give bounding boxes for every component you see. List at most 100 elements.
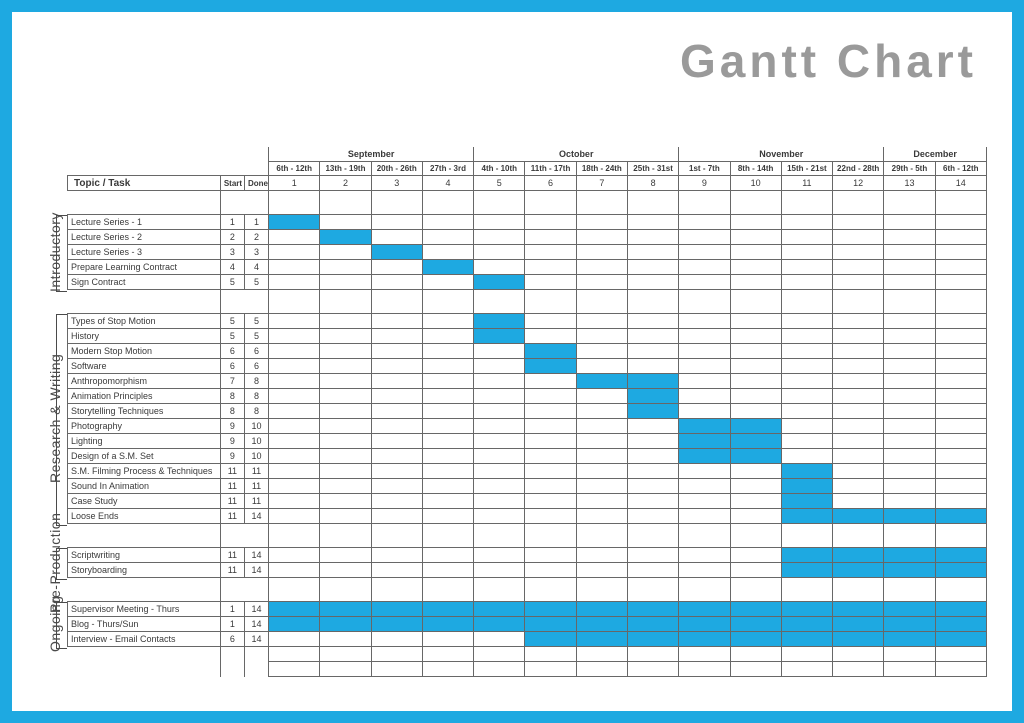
gantt-cell — [525, 434, 576, 449]
gantt-cell — [627, 419, 678, 434]
gantt-cell — [576, 245, 627, 260]
gantt-cell — [781, 314, 832, 329]
task-start: 1 — [220, 617, 244, 632]
task-row: Lecture Series - 111 — [68, 215, 987, 230]
gantt-cell — [474, 260, 525, 275]
gantt-cell — [730, 359, 781, 374]
gantt-cell — [474, 374, 525, 389]
gantt-cell — [371, 260, 422, 275]
gantt-cell — [679, 464, 730, 479]
task-label: Animation Principles — [68, 389, 221, 404]
gantt-cell — [576, 617, 627, 632]
gantt-cell — [269, 632, 320, 647]
gantt-cell — [730, 617, 781, 632]
task-start: 8 — [220, 389, 244, 404]
week-range: 6th - 12th — [269, 161, 320, 176]
gantt-cell — [474, 215, 525, 230]
gantt-cell — [730, 314, 781, 329]
task-row: Photography910 — [68, 419, 987, 434]
gantt-cell — [781, 632, 832, 647]
gantt-cell — [474, 563, 525, 578]
gantt-cell — [781, 329, 832, 344]
week-number: 8 — [627, 176, 678, 191]
task-row: Prepare Learning Contract44 — [68, 260, 987, 275]
gantt-cell — [371, 275, 422, 290]
gantt-cell — [269, 389, 320, 404]
task-done: 4 — [244, 260, 268, 275]
gantt-cell — [730, 389, 781, 404]
gantt-cell — [679, 494, 730, 509]
gantt-cell — [576, 479, 627, 494]
gantt-cell — [269, 548, 320, 563]
gantt-cell — [320, 617, 371, 632]
gantt-cell — [371, 374, 422, 389]
task-row: Lecture Series - 333 — [68, 245, 987, 260]
week-range: 6th - 12th — [935, 161, 986, 176]
task-label: Modern Stop Motion — [68, 344, 221, 359]
task-label: Prepare Learning Contract — [68, 260, 221, 275]
gantt-cell — [422, 434, 473, 449]
gantt-cell — [833, 479, 884, 494]
gantt-cell — [833, 419, 884, 434]
gantt-cell — [627, 314, 678, 329]
task-start: 11 — [220, 509, 244, 524]
page-title: Gantt Chart — [680, 34, 977, 88]
task-done: 8 — [244, 374, 268, 389]
gantt-cell — [935, 464, 986, 479]
gantt-cell — [833, 230, 884, 245]
gantt-cell — [781, 449, 832, 464]
gantt-cell — [422, 329, 473, 344]
gantt-cell — [730, 275, 781, 290]
gantt-cell — [576, 359, 627, 374]
gantt-cell — [320, 563, 371, 578]
gantt-cell — [884, 509, 935, 524]
gantt-cell — [833, 260, 884, 275]
gantt-cell — [781, 230, 832, 245]
gantt-cell — [371, 632, 422, 647]
task-row: Lighting910 — [68, 434, 987, 449]
gantt-cell — [474, 389, 525, 404]
gantt-cell — [884, 314, 935, 329]
task-start: 1 — [220, 602, 244, 617]
gantt-cell — [935, 275, 986, 290]
gantt-cell — [576, 434, 627, 449]
task-done: 8 — [244, 404, 268, 419]
gantt-cell — [525, 329, 576, 344]
gantt-cell — [576, 449, 627, 464]
gantt-cell — [781, 617, 832, 632]
gantt-cell — [371, 344, 422, 359]
gantt-cell — [935, 563, 986, 578]
task-row: Interview - Email Contacts614 — [68, 632, 987, 647]
gantt-cell — [474, 548, 525, 563]
week-number: 1 — [269, 176, 320, 191]
task-row: Anthropomorphism78 — [68, 374, 987, 389]
gantt-cell — [730, 404, 781, 419]
gantt-cell — [781, 434, 832, 449]
gantt-cell — [525, 215, 576, 230]
gantt-cell — [422, 359, 473, 374]
gantt-cell — [576, 314, 627, 329]
gantt-cell — [833, 548, 884, 563]
gantt-cell — [935, 509, 986, 524]
gantt-cell — [371, 434, 422, 449]
gantt-cell — [833, 602, 884, 617]
group-gap — [68, 191, 987, 215]
gantt-cell — [679, 389, 730, 404]
gantt-cell — [320, 314, 371, 329]
task-row: Loose Ends1114 — [68, 509, 987, 524]
gantt-cell — [884, 389, 935, 404]
gantt-cell — [935, 389, 986, 404]
gantt-cell — [269, 404, 320, 419]
task-start: 8 — [220, 404, 244, 419]
week-number: 13 — [884, 176, 935, 191]
task-row: Software66 — [68, 359, 987, 374]
gantt-cell — [730, 449, 781, 464]
week-range: 22nd - 28th — [833, 161, 884, 176]
gantt-cell — [730, 563, 781, 578]
task-done: 14 — [244, 563, 268, 578]
task-label: Scriptwriting — [68, 548, 221, 563]
gantt-cell — [781, 245, 832, 260]
gantt-cell — [833, 314, 884, 329]
gantt-cell — [269, 344, 320, 359]
task-done: 6 — [244, 344, 268, 359]
